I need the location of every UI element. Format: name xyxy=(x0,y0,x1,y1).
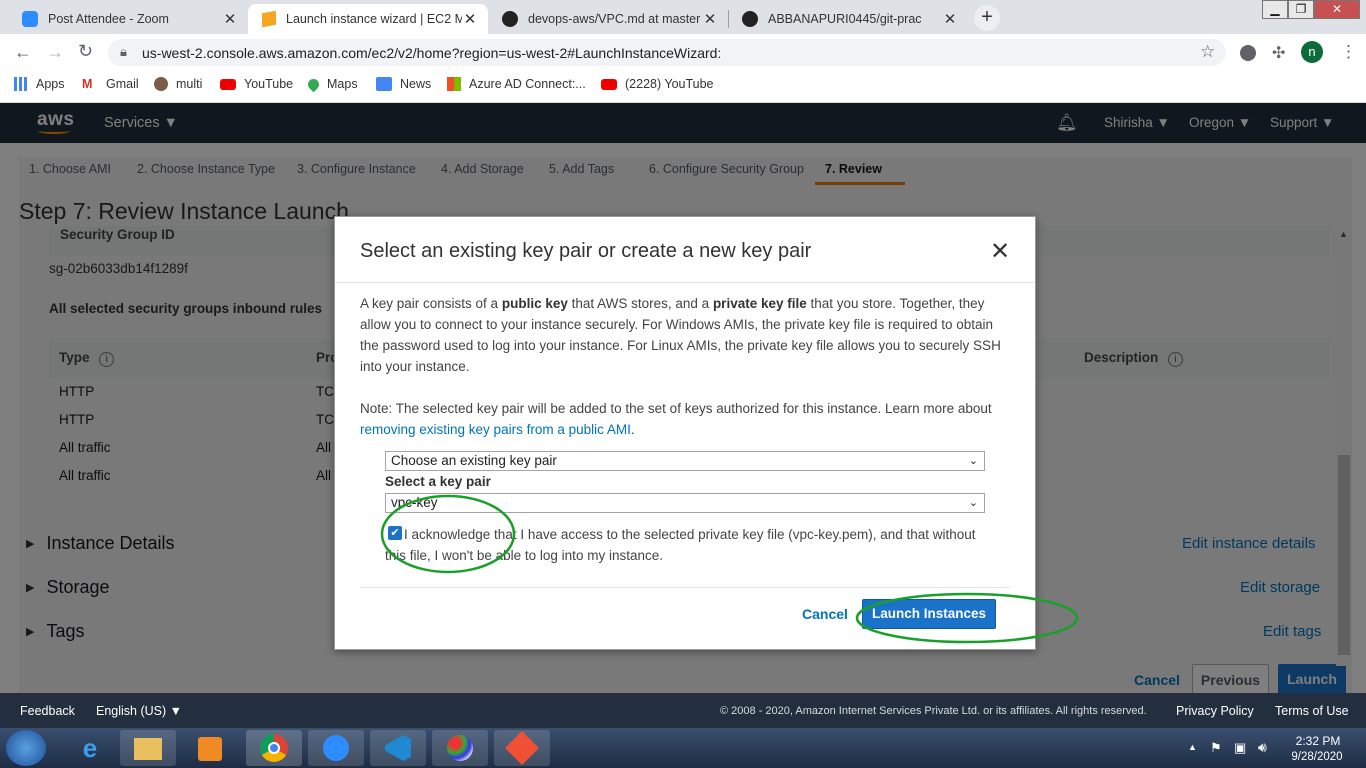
tray-expand-icon[interactable]: ▲ xyxy=(1188,742,1197,752)
file-explorer-icon[interactable] xyxy=(120,730,176,766)
checkbox-annotation-circle xyxy=(380,494,516,574)
launch-annotation-circle xyxy=(855,592,1079,644)
language-label: English (US) xyxy=(96,704,167,718)
clock-date[interactable]: 9/28/2020 xyxy=(1286,751,1348,763)
privacy-policy-link[interactable]: Privacy Policy xyxy=(1176,704,1254,718)
copyright-text: © 2008 - 2020, Amazon Internet Services … xyxy=(720,705,1147,717)
git-app-icon[interactable] xyxy=(494,730,550,766)
internet-explorer-icon[interactable]: e xyxy=(62,730,118,766)
media-player-icon[interactable] xyxy=(182,730,238,766)
language-select[interactable]: English (US) ▼ xyxy=(96,704,182,718)
feedback-link[interactable]: Feedback xyxy=(20,704,75,718)
paint-icon[interactable] xyxy=(432,730,488,766)
action-center-icon[interactable]: ⚑ xyxy=(1210,740,1222,756)
clock-time[interactable]: 2:32 PM xyxy=(1292,734,1344,748)
network-icon[interactable]: ▣ xyxy=(1234,740,1246,756)
chrome-icon[interactable] xyxy=(246,730,302,766)
windows-start-button[interactable] xyxy=(6,730,46,766)
annotation-layer xyxy=(380,494,1079,644)
terms-of-use-link[interactable]: Terms of Use xyxy=(1275,704,1349,718)
vscode-icon[interactable] xyxy=(370,730,426,766)
volume-icon[interactable]: 🔊︎ xyxy=(1258,739,1267,756)
zoom-app-icon[interactable] xyxy=(308,730,364,766)
aws-footer xyxy=(0,693,1366,728)
